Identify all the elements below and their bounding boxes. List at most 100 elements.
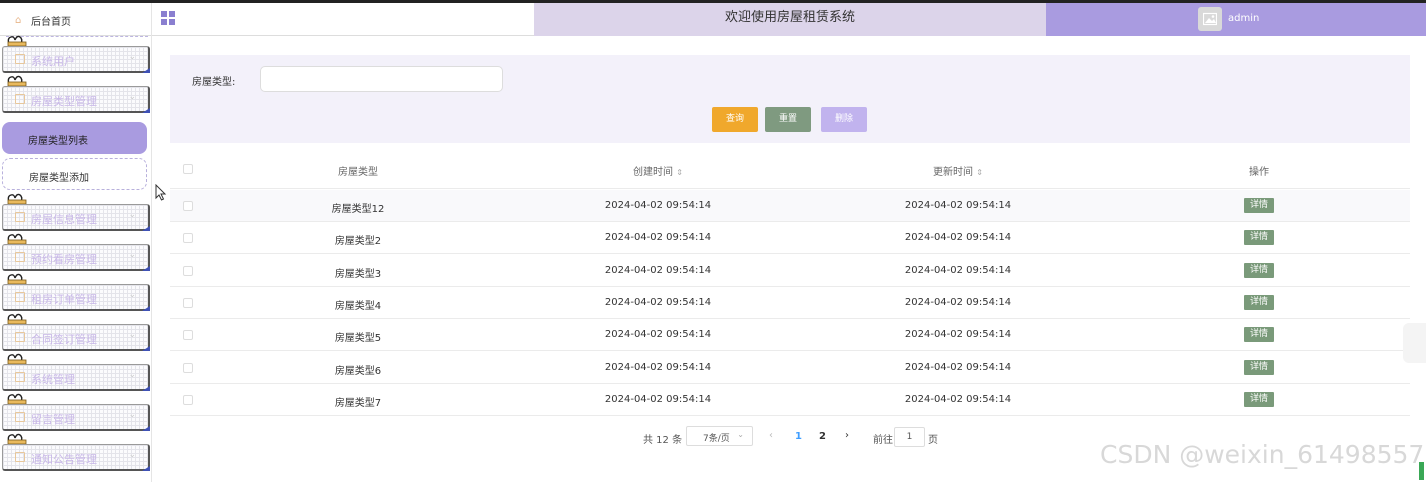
binder-clip-icon	[7, 393, 27, 404]
table-row: 房屋类型3 2024-04-02 09:54:14 2024-04-02 09:54…	[170, 255, 1410, 287]
table-row: 房屋类型4 2024-04-02 09:54:14 2024-04-02 09:54…	[170, 287, 1410, 319]
detail-button[interactable]: 详情	[1244, 391, 1274, 407]
detail-button[interactable]: 详情	[1244, 230, 1274, 246]
detail-button[interactable]: 详情	[1244, 294, 1274, 310]
sidebar-item-house-info-management[interactable]: 房屋信息管理 ⌄	[2, 193, 150, 231]
chevron-down-icon: ⌄	[128, 450, 136, 460]
sidebar-item-rental-order-management[interactable]: 租房订单管理 ⌄	[2, 273, 150, 311]
row-checkbox[interactable]	[183, 330, 193, 341]
row-checkbox[interactable]	[183, 233, 193, 244]
corner-decoration	[142, 68, 150, 73]
grid-icon[interactable]	[161, 11, 175, 25]
goto-page-input[interactable]: 1	[894, 427, 925, 447]
cell-operation: 详情	[1210, 230, 1308, 246]
sidebar-item-message-management[interactable]: 留言管理 ⌄	[2, 393, 150, 431]
row-checkbox[interactable]	[183, 265, 193, 276]
column-header-updated[interactable]: 更新时间 ⇕	[858, 163, 1058, 178]
sort-icon[interactable]: ⇕	[676, 168, 683, 177]
divider	[6, 36, 148, 37]
page-number[interactable]: 2	[819, 431, 826, 442]
table-row: 房屋类型5 2024-04-02 09:54:14 2024-04-02 09:54…	[170, 319, 1410, 352]
prev-page-button[interactable]: ‹	[769, 430, 773, 441]
menu-icon	[15, 252, 25, 262]
detail-button[interactable]: 详情	[1244, 327, 1274, 343]
row-checkbox[interactable]	[183, 297, 193, 308]
cell-operation: 详情	[1210, 327, 1308, 343]
detail-button[interactable]: 详情	[1244, 262, 1274, 278]
sidebar-item-contract-signing-management[interactable]: 合同签订管理 ⌄	[2, 313, 150, 351]
table-row: 房屋类型12 2024-04-02 09:54:14 2024-04-02 09:5…	[170, 190, 1410, 222]
page-number[interactable]: 1	[795, 431, 802, 442]
cell-updated-time: 2024-04-02 09:54:14	[904, 329, 1012, 341]
column-header-created[interactable]: 创建时间 ⇕	[558, 163, 758, 178]
detail-button[interactable]: 详情	[1244, 198, 1274, 213]
sort-icon[interactable]: ⇕	[976, 168, 983, 177]
sidebar-item-home[interactable]: ⌂ 后台首页	[0, 3, 151, 36]
page-size-select[interactable]: 7条/页 ⌄	[686, 426, 753, 446]
column-header-type: 房屋类型	[338, 167, 378, 178]
avatar[interactable]	[1198, 7, 1222, 31]
binder-clip-icon	[7, 193, 27, 204]
corner-decoration	[142, 426, 150, 431]
side-tab[interactable]	[1403, 323, 1426, 363]
sidebar-item-label: 租房订单管理	[31, 293, 97, 306]
sidebar-item-notice-management[interactable]: 通知公告管理 ⌄	[2, 433, 150, 471]
cell-operation: 详情	[1210, 262, 1308, 278]
chevron-down-icon: ⌄	[128, 370, 136, 380]
menu-icon	[15, 292, 25, 302]
chevron-down-icon: ⌄	[128, 210, 136, 220]
sidebar-item-label: 房屋信息管理	[31, 213, 97, 226]
cell-operation: 详情	[1210, 198, 1308, 213]
page-unit-label: 页	[928, 435, 938, 446]
header: 欢迎使用房屋租赁系统 admin	[152, 3, 1426, 36]
cell-operation: 详情	[1210, 294, 1308, 310]
house-type-input[interactable]	[260, 66, 503, 92]
cell-house-type: 房屋类型5	[334, 333, 382, 345]
cell-updated-time: 2024-04-02 09:54:14	[904, 200, 1012, 211]
corner-decoration	[142, 108, 150, 113]
next-page-button[interactable]: ›	[845, 430, 849, 441]
row-checkbox[interactable]	[183, 362, 193, 373]
row-checkbox[interactable]	[183, 394, 193, 405]
status-indicator	[1419, 462, 1424, 480]
submenu-item-house-type-list[interactable]: 房屋类型列表	[2, 122, 147, 154]
sidebar-item-label: 系统管理	[31, 373, 75, 386]
watermark: CSDN @weixin_61498557	[1100, 440, 1425, 469]
sidebar-item-label: 通知公告管理	[31, 453, 97, 466]
username[interactable]: admin	[1228, 13, 1259, 24]
chevron-down-icon: ⌄	[128, 92, 136, 102]
binder-clip-icon	[7, 433, 27, 444]
cell-updated-time: 2024-04-02 09:54:14	[904, 393, 1012, 405]
cell-house-type: 房屋类型6	[334, 365, 382, 377]
reset-button[interactable]: 重置	[765, 107, 811, 132]
binder-clip-icon	[7, 233, 27, 244]
chevron-down-icon: ⌄	[128, 290, 136, 300]
cell-created-time: 2024-04-02 09:54:14	[604, 264, 712, 276]
query-button[interactable]: 查询	[712, 107, 758, 132]
cell-created-time: 2024-04-02 09:54:14	[604, 296, 712, 308]
select-all-checkbox[interactable]	[183, 164, 193, 174]
corner-decoration	[142, 226, 150, 231]
sidebar-item-system-management[interactable]: 系统管理 ⌄	[2, 353, 150, 391]
sidebar-item-label: 后台首页	[31, 17, 71, 28]
menu-icon	[15, 332, 25, 342]
table-row: 房屋类型7 2024-04-02 09:54:14 2024-04-02 09:54…	[170, 384, 1410, 416]
row-checkbox[interactable]	[183, 201, 193, 211]
user-bar[interactable]: admin	[1046, 3, 1426, 36]
sidebar-item-house-type-management[interactable]: 房屋类型管理 ⌄	[2, 75, 150, 113]
binder-clip-icon	[7, 273, 27, 284]
cell-operation: 详情	[1210, 391, 1308, 407]
sidebar-item-label: 预约看房管理	[31, 253, 97, 266]
detail-button[interactable]: 详情	[1244, 359, 1274, 375]
sidebar-item-label: 系统用户	[31, 55, 75, 68]
goto-label: 前往	[873, 435, 893, 446]
sidebar-item-viewing-appointment-management[interactable]: 预约看房管理 ⌄	[2, 233, 150, 271]
image-icon	[1203, 12, 1217, 26]
delete-button[interactable]: 删除	[821, 107, 867, 132]
submenu-item-house-type-add[interactable]: 房屋类型添加	[2, 158, 147, 190]
sidebar-item-label: 合同签订管理	[31, 333, 97, 346]
sidebar-item-system-users[interactable]: 系统用户 ⌄	[2, 35, 150, 73]
menu-toggle-button[interactable]	[152, 3, 534, 36]
chevron-down-icon: ⌄	[128, 330, 136, 340]
binder-clip-icon	[7, 75, 27, 86]
